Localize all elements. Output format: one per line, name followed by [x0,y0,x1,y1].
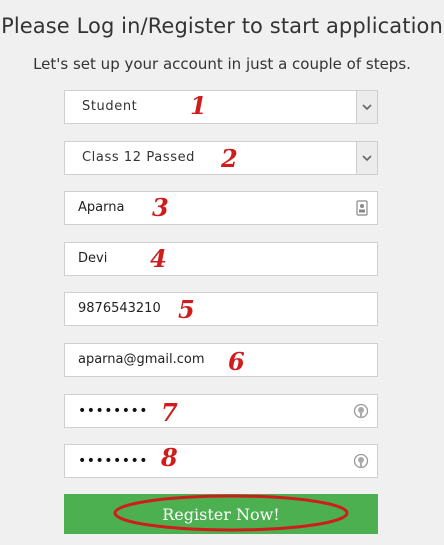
user-type-value: Student [82,99,138,114]
email-value: aparna@gmail.com [78,352,205,367]
annotation-number-8: 8 [161,443,178,472]
qualification-value: Class 12 Passed [82,150,196,165]
annotation-number-1: 1 [190,91,207,120]
first-name-value: Aparna [78,200,125,215]
last-name-input[interactable]: Devi [64,242,378,276]
email-input[interactable]: aparna@gmail.com [64,343,378,377]
annotation-number-4: 4 [150,244,167,273]
confirm-password-mask: •••••••• [78,453,149,469]
page-title: Please Log in/Register to start applicat… [1,14,443,38]
annotation-number-5: 5 [178,295,195,324]
password-input[interactable]: •••••••• [64,394,378,428]
mobile-input[interactable]: 9876543210 [64,292,378,326]
user-type-select[interactable]: Student [64,90,378,124]
eye-icon[interactable] [353,453,369,469]
highlight-ellipse [113,494,349,532]
last-name-value: Devi [78,251,108,266]
confirm-password-input[interactable]: •••••••• [64,444,378,478]
chevron-down-icon[interactable] [356,142,377,174]
contact-card-icon [356,200,368,216]
page-subtitle: Let's set up your account in just a coup… [33,55,411,73]
annotation-number-7: 7 [161,398,178,427]
eye-icon[interactable] [353,403,369,419]
chevron-down-icon[interactable] [356,91,377,123]
password-mask: •••••••• [78,403,149,419]
annotation-number-2: 2 [221,144,238,173]
annotation-number-3: 3 [152,193,169,222]
mobile-value: 9876543210 [78,301,161,316]
annotation-number-6: 6 [228,347,245,376]
first-name-input[interactable]: Aparna [64,191,378,225]
